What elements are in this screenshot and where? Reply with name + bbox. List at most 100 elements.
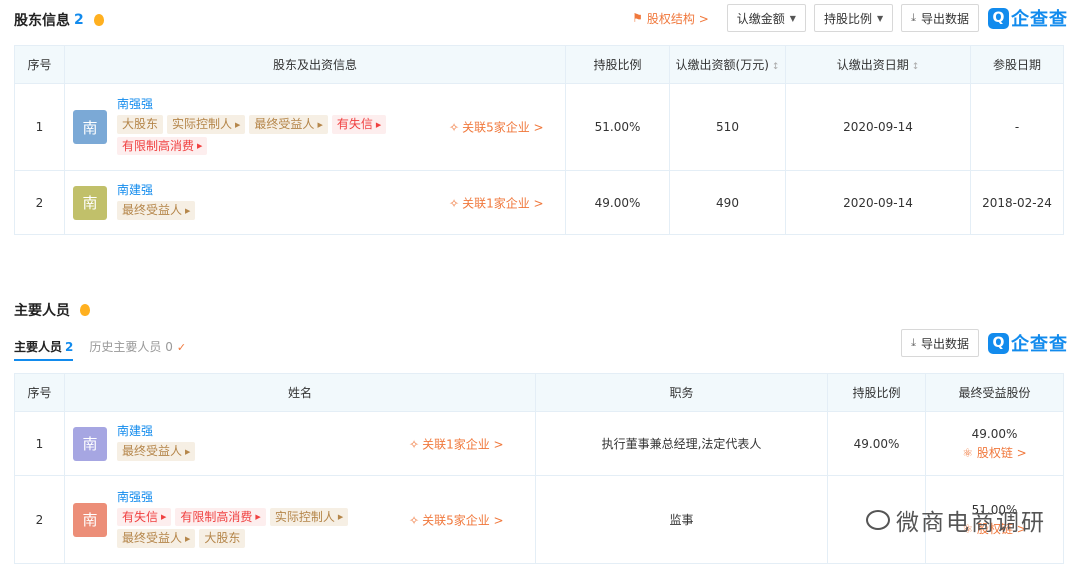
date-cell: 2020-09-14 — [785, 170, 971, 235]
col-index: 序号 — [14, 373, 65, 412]
avatar: 南 — [73, 502, 107, 537]
ratio-cell: 49.00% — [565, 170, 670, 235]
wechat-watermark: 微商电商调研 — [866, 503, 1046, 537]
person-tag[interactable]: 最终受益人 ▶ — [117, 201, 196, 220]
avatar: 南 — [73, 185, 107, 220]
caret-right-icon: ▶ — [185, 534, 191, 543]
person-tag: 大股东 — [199, 529, 246, 548]
hot-icon — [93, 14, 104, 26]
shareholders-export-button[interactable]: ⤓ 导出数据 — [901, 4, 979, 32]
tag-list: 最终受益人 ▶ — [117, 442, 407, 464]
ratio-cell: 49.00% — [827, 411, 926, 476]
person-name-link[interactable]: 南建强 — [117, 423, 407, 439]
tag-list: 大股东 实际控制人 ▶ 最终受益人 ▶ 有失信 ▶ 有限制高消费 ▶ — [117, 115, 447, 158]
equity-chain-link[interactable]: ⚛ 股权链 > — [962, 444, 1026, 461]
table-row: 1 南 南强强 大股东 实际控制人 ▶ 最终受益人 ▶ 有失信 ▶ 有限制高消费 ▶ ✧ 关联5家… — [14, 83, 1064, 171]
beneficial-share-value: 49.00% — [971, 426, 1018, 441]
join-date-cell: 2018-02-24 — [970, 170, 1064, 235]
person-cell: 南 南建强 最终受益人 ▶ ✧ 关联1家企业 > — [64, 411, 536, 476]
chain-icon: ⚛ — [962, 445, 974, 460]
structure-icon: ⚑ — [632, 11, 643, 25]
equity-structure-link[interactable]: ⚑ 股权结构 > — [632, 10, 709, 27]
col-ratio: 持股比例 — [565, 45, 670, 84]
caret-down-icon: ▼ — [876, 13, 884, 23]
share-ratio-dropdown[interactable]: 持股比例 ▼ — [813, 4, 894, 32]
person-tag[interactable]: 最终受益人 ▶ — [117, 529, 196, 548]
person-tag[interactable]: 最终受益人 ▶ — [117, 442, 196, 461]
caret-right-icon: ▶ — [197, 142, 203, 150]
qichacha-logo-icon: Q — [988, 7, 1009, 29]
person-tag[interactable]: 最终受益人 ▶ — [249, 115, 328, 134]
col-beneficial-share: 最终受益股份 — [925, 373, 1064, 412]
hot-icon — [80, 304, 90, 316]
col-position: 职务 — [535, 373, 828, 412]
personnel-title: 主要人员 — [14, 303, 70, 319]
subscribed-cell: 510 — [669, 83, 786, 171]
caret-right-icon: ▶ — [161, 513, 167, 521]
col-subscribed-date[interactable]: 认缴出资日期 — [785, 45, 971, 84]
person-tag[interactable]: 实际控制人 ▶ — [269, 507, 349, 526]
col-subscribed-amount[interactable]: 认缴出资额(万元) — [669, 45, 786, 84]
shareholder-cell: 南 南强强 大股东 实际控制人 ▶ 最终受益人 ▶ 有失信 ▶ 有限制高消费 ▶ ✧ 关联5家企业… — [64, 83, 566, 171]
personnel-tabs: 主要人员 2 历史主要人员 0 ✓ — [14, 338, 186, 361]
person-tag[interactable]: 实际控制人 ▶ — [167, 115, 246, 134]
subscribed-amount-dropdown[interactable]: 认缴金额 ▼ — [726, 4, 806, 32]
qichacha-logo: Q 企查查 — [988, 330, 1068, 356]
personnel-toolbar: ⤓ 导出数据 Q 企查查 — [893, 329, 1068, 357]
position-cell: 执行董事兼总经理,法定代表人 — [535, 411, 828, 476]
person-tag[interactable]: 有限制高消费 ▶ — [175, 507, 266, 526]
ratio-cell: 51.00% — [565, 83, 670, 171]
caret-right-icon: ▶ — [317, 120, 323, 129]
caret-down-icon: ▼ — [789, 13, 796, 23]
caret-right-icon: ▶ — [185, 447, 191, 456]
row-index: 1 — [14, 83, 65, 171]
shareholders-count: 2 — [74, 12, 84, 28]
shareholders-toolbar: ⚑ 股权结构 > 认缴金额 ▼ 持股比例 ▼ ⤓ 导出数据 Q 企查查 — [632, 4, 1068, 32]
col-join-date: 参股日期 — [970, 45, 1064, 84]
person-tag[interactable]: 有限制高消费 ▶ — [117, 136, 208, 155]
table-header-row: 序号 姓名 职务 持股比例 最终受益股份 — [14, 373, 1064, 412]
download-icon: ⤓ — [911, 11, 916, 24]
avatar: 南 — [73, 110, 107, 144]
row-index: 2 — [14, 170, 65, 235]
tag-list: 最终受益人 ▶ — [117, 201, 447, 223]
col-name: 姓名 — [64, 373, 536, 412]
shareholder-name-link[interactable]: 南强强 — [117, 96, 447, 112]
caret-right-icon: ▶ — [255, 513, 261, 521]
person-name-link[interactable]: 南强强 — [117, 489, 407, 505]
person-cell: 南 南强强 有失信 ▶ 有限制高消费 ▶ 实际控制人 ▶ 最终受益人 ▶ 大股东 ✧ 关联5家企业… — [64, 475, 536, 564]
table-row: 1 南 南建强 最终受益人 ▶ ✧ 关联1家企业 > 执行董事兼总经理,法定代表人 … — [14, 411, 1064, 476]
personnel-export-button[interactable]: ⤓ 导出数据 — [901, 329, 979, 357]
row-index: 1 — [14, 411, 65, 476]
row-index: 2 — [14, 475, 65, 564]
personnel-header: 主要人员 — [14, 300, 90, 320]
related-companies-link[interactable]: ✧ 关联1家企业 > — [449, 194, 544, 211]
position-cell: 监事 — [535, 475, 828, 564]
person-tag[interactable]: 有失信 ▶ — [117, 507, 172, 526]
person-tag: 大股东 — [117, 115, 164, 134]
tag-list: 有失信 ▶ 有限制高消费 ▶ 实际控制人 ▶ 最终受益人 ▶ 大股东 — [117, 507, 407, 551]
tab-history-personnel[interactable]: 历史主要人员 0 ✓ — [89, 338, 186, 361]
related-companies-link[interactable]: ✧ 关联1家企业 > — [409, 435, 504, 452]
person-tag[interactable]: 有失信 ▶ — [331, 115, 387, 134]
network-icon: ✧ — [449, 196, 460, 210]
join-date-cell: - — [970, 83, 1064, 171]
tab-key-personnel[interactable]: 主要人员 2 — [14, 338, 74, 361]
vip-icon: ✓ — [176, 341, 187, 354]
caret-right-icon: ▶ — [375, 120, 382, 129]
related-companies-link[interactable]: ✧ 关联5家企业 > — [449, 119, 544, 136]
subscribed-cell: 490 — [669, 170, 786, 235]
network-icon: ✧ — [409, 513, 420, 527]
qichacha-logo-icon: Q — [988, 332, 1009, 354]
caret-right-icon: ▶ — [337, 513, 344, 521]
network-icon: ✧ — [409, 437, 420, 451]
qichacha-logo: Q 企查查 — [988, 5, 1068, 31]
shareholders-header: 股东信息 2 — [14, 10, 104, 30]
shareholder-name-link[interactable]: 南建强 — [117, 182, 447, 198]
avatar: 南 — [73, 426, 107, 461]
related-companies-link[interactable]: ✧ 关联5家企业 > — [409, 511, 504, 528]
shareholders-title: 股东信息 — [14, 13, 70, 29]
beneficial-share-cell: 49.00% ⚛ 股权链 > — [925, 411, 1064, 476]
wechat-icon — [866, 510, 890, 530]
date-cell: 2020-09-14 — [785, 83, 971, 171]
